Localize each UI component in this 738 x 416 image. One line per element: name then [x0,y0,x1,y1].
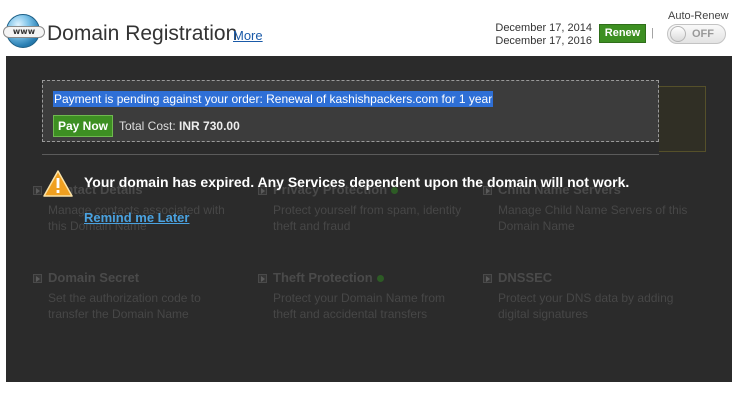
payment-pending-box: Payment is pending against your order: R… [42,80,659,142]
service-title: Domain Secret [48,270,140,285]
total-cost-value: INR 730.00 [179,119,240,133]
faded-notice-strip [659,86,706,152]
toggle-knob [670,26,686,42]
renew-button[interactable]: Renew [599,24,646,43]
auto-renew-toggle[interactable]: OFF [667,24,726,44]
expand-arrow-icon [483,274,492,283]
auto-renew-label: Auto-Renew [668,10,729,22]
payment-pending-message: Payment is pending against your order: R… [53,91,494,107]
remind-me-later-link[interactable]: Remind me Later [84,210,189,225]
more-link[interactable]: More [233,28,263,43]
service-title: DNSSEC [498,270,553,285]
registration-dates: December 17, 2014 December 17, 2016 [495,22,592,48]
expand-arrow-icon [33,274,42,283]
status-dot-icon [376,275,384,282]
service-title-text: Theft Protection [273,270,373,285]
page-header: www Domain Registration More December 17… [0,0,738,56]
service-description: Protect yourself from spam, identity the… [273,203,462,233]
pay-now-button[interactable]: Pay Now [53,115,113,137]
warning-icon [43,170,73,197]
service-description: Protect your Domain Name from theft and … [273,291,446,321]
page-title: Domain Registration [47,22,238,45]
service-description: Manage Child Name Servers of this Domain… [498,203,688,233]
separator: | [651,27,654,39]
total-cost-label: Total Cost: [119,119,176,133]
service-description: Protect your DNS data by adding digital … [498,291,674,321]
logo-text: www [3,26,45,38]
service-description: Set the authorization code to transfer t… [48,291,201,321]
expand-arrow-icon [258,274,267,283]
toggle-state: OFF [692,28,714,40]
date-registered: December 17, 2014 [495,22,592,34]
date-expires: December 17, 2016 [495,35,592,47]
service-title: Theft Protection [273,270,384,285]
globe-icon: www [3,14,45,48]
total-cost: Total Cost: INR 730.00 [119,119,240,133]
expand-arrow-icon [33,186,42,195]
domain-expired-message: Your domain has expired. Any Services de… [84,174,630,190]
divider [42,154,659,155]
